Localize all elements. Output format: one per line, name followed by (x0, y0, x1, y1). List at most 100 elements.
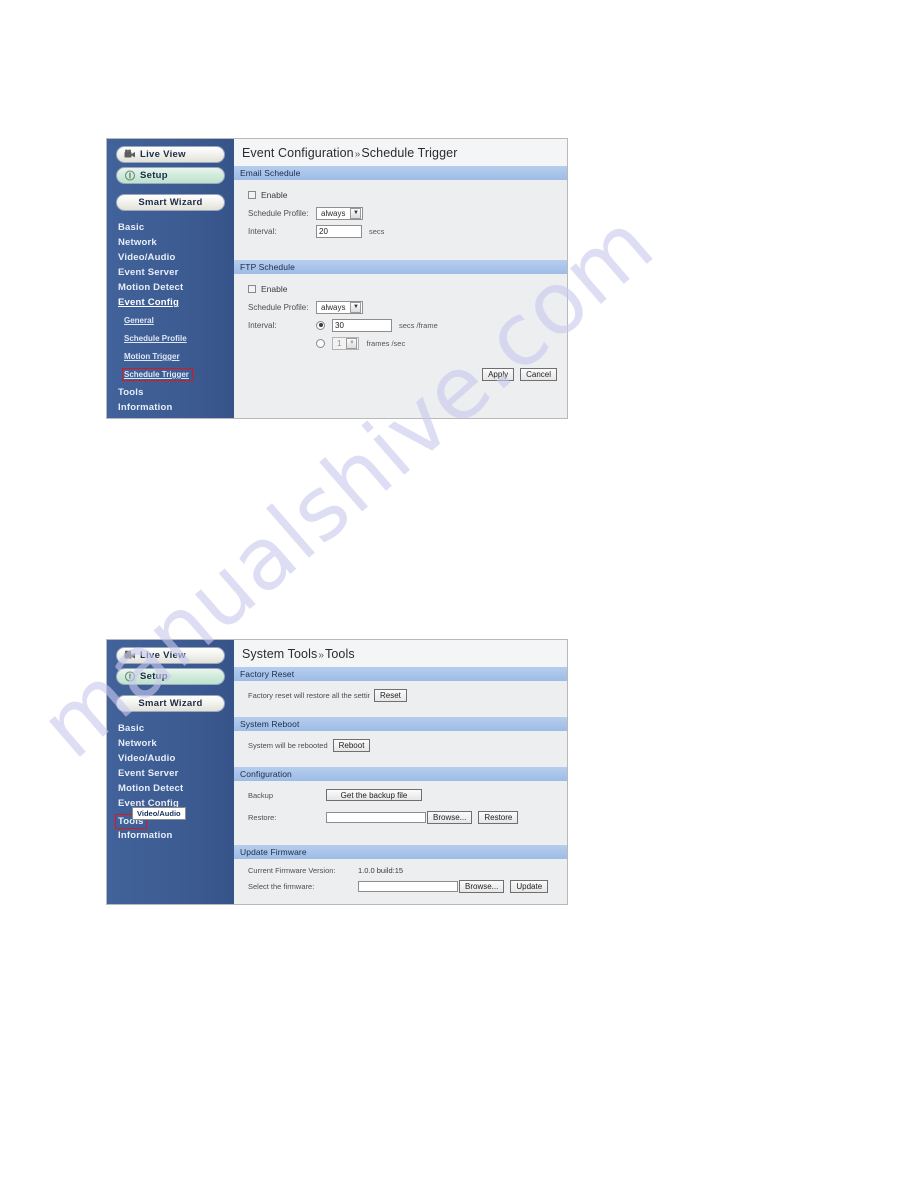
restore-button[interactable]: Restore (478, 810, 519, 824)
sidebar-item-basic[interactable]: Basic (118, 220, 234, 235)
sidebar-item-event-server[interactable]: Event Server (118, 265, 234, 280)
page-title-main: Event Configuration (242, 146, 354, 160)
sidebar-item-label: Basic (118, 723, 145, 734)
restore-file-input[interactable] (326, 811, 426, 823)
current-firmware-version-value: 1.0.0 build:15 (358, 865, 404, 875)
sidebar-nav: Basic Network Video/Audio Event Server M… (107, 220, 234, 415)
sidebar-item-information[interactable]: Information (118, 400, 234, 415)
ftp-enable-label: Enable (261, 284, 288, 294)
section-header-factory-reset: Factory Reset (234, 667, 567, 681)
section-body-system-reboot: System will be rebooted Reboot (234, 731, 567, 767)
ftp-enable-checkbox[interactable] (248, 285, 256, 293)
sidebar-subitem-motion-trigger[interactable]: Motion Trigger (124, 352, 180, 361)
sidebar-item-basic[interactable]: Basic (118, 721, 234, 736)
live-view-label: Live View (140, 149, 186, 160)
camera-ui-window-system-tools: Live View Setup Smart Wizard Basic Netwo… (106, 639, 568, 905)
ftp-schedule-profile-select[interactable]: always ▼ (316, 300, 364, 314)
sidebar-item-label: Network (118, 237, 157, 248)
firmware-update-button[interactable]: Update (510, 879, 549, 893)
apply-button[interactable]: Apply (482, 368, 515, 381)
section-header-label: Update Firmware (240, 847, 307, 857)
backup-label: Backup (248, 790, 274, 800)
email-enable-checkbox[interactable] (248, 191, 256, 199)
select-firmware-row: Select the firmware: Browse... Update (234, 878, 567, 894)
section-header-configuration: Configuration (234, 767, 567, 781)
sidebar-item-tools[interactable]: Tools (118, 385, 234, 400)
ftp-secs-per-frame-input[interactable]: 30 (332, 318, 392, 332)
firmware-browse-button[interactable]: Browse... (459, 879, 505, 893)
email-profile-row: Schedule Profile: always ▼ (234, 204, 567, 222)
video-camera-icon (124, 650, 135, 659)
sidebar-item-label: Motion Detect (118, 783, 184, 794)
section-body-update-firmware: Current Firmware Version: 1.0.0 build:15… (234, 859, 567, 898)
ftp-frames-per-sec-unit: frames /sec (366, 338, 406, 348)
sidebar-nav: Basic Network Video/Audio Event Server M… (107, 721, 234, 843)
ftp-frames-per-sec-value: 1 (337, 338, 342, 348)
ftp-frames-per-sec-select[interactable]: 1 ▼ (332, 336, 360, 350)
chevron-down-icon: ▼ (350, 301, 362, 313)
section-header-update-firmware: Update Firmware (234, 845, 567, 859)
smart-wizard-button[interactable]: Smart Wizard (116, 194, 225, 211)
sidebar-item-motion-detect[interactable]: Motion Detect (118, 781, 234, 796)
select-firmware-label: Select the firmware: (248, 881, 315, 891)
sidebar-item-video-audio[interactable]: Video/Audio (118, 751, 234, 766)
ftp-schedule-profile-value: always (321, 302, 346, 312)
live-view-button[interactable]: Live View (116, 647, 225, 664)
setup-button[interactable]: Setup (116, 167, 225, 184)
sidebar-item-event-config[interactable]: Event Config (118, 295, 234, 310)
system-reboot-row: System will be rebooted Reboot (234, 737, 567, 753)
email-schedule-profile-select[interactable]: always ▼ (316, 206, 364, 220)
sidebar-item-network[interactable]: Network (118, 235, 234, 250)
system-reboot-button[interactable]: Reboot (332, 738, 371, 752)
factory-reset-button[interactable]: Reset (374, 688, 407, 702)
ftp-secs-per-frame-radio[interactable] (316, 320, 325, 330)
sidebar-item-network[interactable]: Network (118, 736, 234, 751)
ftp-interval-frames-row: 1 ▼ frames /sec (234, 334, 567, 352)
cancel-button[interactable]: Cancel (520, 368, 557, 381)
breadcrumb-separator: » (318, 650, 324, 661)
smart-wizard-button[interactable]: Smart Wizard (116, 695, 225, 712)
ftp-profile-label: Schedule Profile: (248, 302, 309, 312)
email-interval-row: Interval: 20 secs (234, 222, 567, 240)
sidebar-item-label: Motion Detect (118, 282, 184, 293)
section-body-email-schedule: Enable Schedule Profile: always ▼ Interv… (234, 180, 567, 260)
camera-ui-window-schedule-trigger: Live View Setup Smart Wizard Basic Netwo… (106, 138, 568, 419)
email-enable-label: Enable (261, 190, 288, 200)
email-enable-row: Enable (234, 186, 567, 204)
setup-gear-icon (124, 170, 136, 181)
sidebar-item-video-audio[interactable]: Video/Audio (118, 250, 234, 265)
sidebar-item-motion-detect[interactable]: Motion Detect (118, 280, 234, 295)
setup-label: Setup (140, 170, 168, 181)
sidebar-subitem-schedule-profile[interactable]: Schedule Profile (124, 334, 187, 343)
form-actions: Apply Cancel (234, 368, 567, 381)
sidebar-subitem-motion-trigger-wrap: Motion Trigger (124, 346, 234, 364)
backup-row: Backup Get the backup file (234, 787, 567, 803)
email-interval-unit: secs (369, 226, 385, 236)
restore-browse-button[interactable]: Browse... (427, 810, 473, 824)
sidebar-item-label: Tools (118, 387, 144, 398)
get-backup-file-button[interactable]: Get the backup file (326, 789, 422, 801)
ftp-frames-per-sec-radio[interactable] (316, 338, 325, 348)
sidebar-item-label: Event Server (118, 768, 179, 779)
email-interval-input[interactable]: 20 (316, 224, 362, 238)
ftp-profile-row: Schedule Profile: always ▼ (234, 298, 567, 316)
sidebar-item-label: Video/Audio (118, 753, 176, 764)
sidebar-item-information[interactable]: Information (118, 828, 234, 843)
email-profile-label: Schedule Profile: (248, 208, 309, 218)
sidebar-item-event-server[interactable]: Event Server (118, 766, 234, 781)
sidebar-subitem-schedule-trigger[interactable]: Schedule Trigger (122, 368, 193, 381)
sidebar-subitem-schedule-trigger-wrap: Schedule Trigger (122, 364, 234, 382)
firmware-file-input[interactable] (358, 880, 458, 892)
sidebar: Live View Setup Smart Wizard Basic Netwo… (107, 139, 234, 418)
live-view-button[interactable]: Live View (116, 146, 225, 163)
setup-button[interactable]: Setup (116, 668, 225, 685)
setup-label: Setup (140, 671, 168, 682)
sidebar-item-label: Video/Audio (118, 252, 176, 263)
section-header-system-reboot: System Reboot (234, 717, 567, 731)
current-firmware-version-label: Current Firmware Version: (248, 865, 336, 875)
chevron-down-icon: ▼ (346, 337, 358, 349)
sidebar-subitem-general[interactable]: General (124, 316, 154, 325)
email-schedule-profile-value: always (321, 208, 346, 218)
setup-gear-icon (124, 671, 136, 682)
